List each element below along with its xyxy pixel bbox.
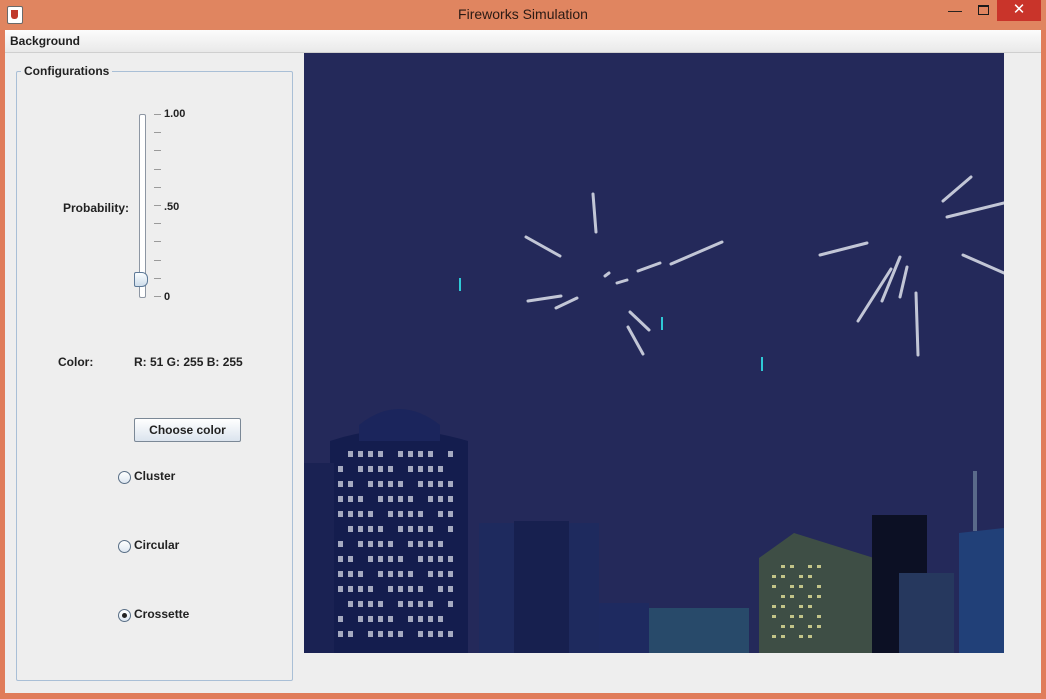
radio-circle-circular[interactable] — [118, 540, 131, 553]
window-content: Background Configurations Probability: 1… — [5, 30, 1041, 693]
slider-tick — [154, 277, 161, 279]
maximize-icon — [977, 5, 989, 15]
radio-selected-dot — [122, 613, 127, 618]
probability-label: Probability: — [63, 201, 130, 215]
maximize-button[interactable] — [970, 0, 996, 21]
fireworks-canvas[interactable] — [304, 53, 1004, 653]
slider-tick — [154, 114, 161, 115]
tick-label-mid: .50 — [164, 201, 180, 213]
slider-tick — [154, 223, 161, 225]
configurations-panel: Configurations Probability: 1.00 .50 0 C… — [16, 64, 293, 681]
minimize-button[interactable]: — — [940, 0, 970, 21]
panel-title: Configurations — [21, 64, 113, 78]
choose-color-button[interactable]: Choose color — [134, 418, 241, 442]
title-bar: Fireworks Simulation — ✕ — [0, 0, 1046, 30]
radio-circle-cluster[interactable] — [118, 471, 131, 484]
radio-label-cluster: Cluster — [134, 469, 176, 483]
slider-tick — [154, 186, 161, 188]
slider-tick — [154, 205, 161, 206]
radio-label-crossette: Crossette — [134, 607, 190, 621]
night-scene — [304, 53, 1004, 653]
slider-tick — [154, 132, 161, 134]
slider-tick — [154, 241, 161, 243]
tick-label-min: 0 — [164, 291, 171, 303]
radio-label-circular: Circular — [134, 538, 180, 552]
tick-label-max: 1.00 — [164, 108, 186, 120]
color-rgb-value: R: 51 G: 255 B: 255 — [134, 355, 243, 369]
probability-slider-track[interactable] — [139, 114, 146, 298]
probability-slider-thumb[interactable] — [134, 271, 148, 287]
close-button[interactable]: ✕ — [997, 0, 1041, 21]
slider-tick — [154, 259, 161, 261]
slider-tick — [154, 168, 161, 170]
slider-tick — [154, 150, 161, 152]
window-title: Fireworks Simulation — [458, 6, 588, 22]
menu-background[interactable]: Background — [10, 34, 80, 48]
radio-circle-crossette[interactable] — [118, 609, 131, 622]
slider-tick — [154, 296, 161, 297]
menu-bar: Background — [5, 30, 1041, 53]
color-label: Color: — [58, 355, 94, 369]
